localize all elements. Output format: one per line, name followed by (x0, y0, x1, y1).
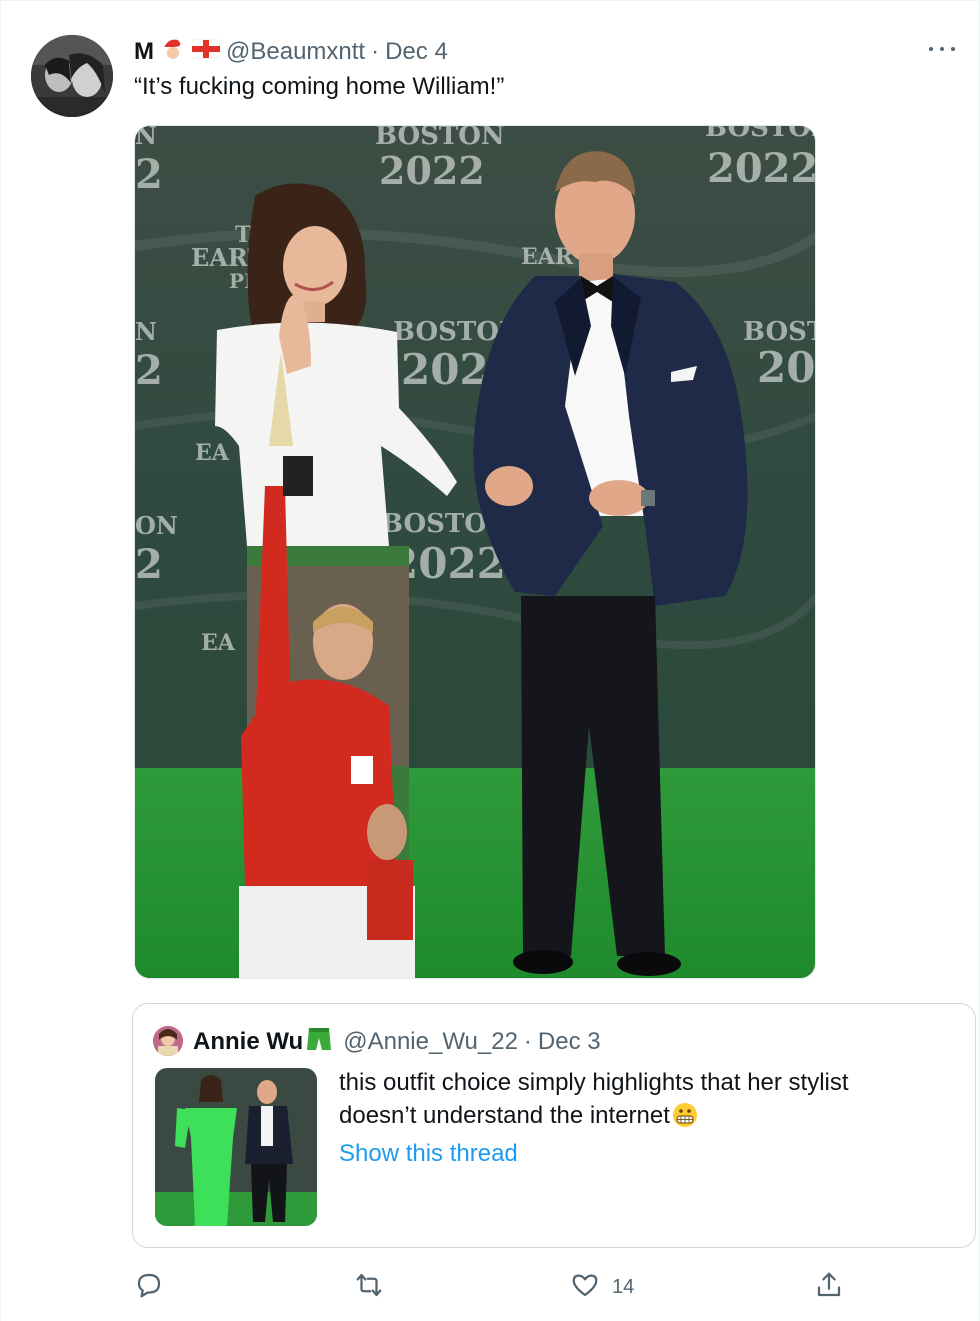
quoted-text-line: this outfit choice simply highlights tha… (339, 1069, 849, 1096)
tweet-action-bar: 14 (134, 1267, 854, 1307)
backdrop-text: 2 (135, 151, 163, 198)
more-options-button[interactable] (925, 37, 959, 61)
tweet-card: M @Beaumxntt · Dec 4 “It’s fucking comin (0, 0, 980, 1321)
share-icon (814, 1270, 844, 1305)
backdrop-text: 2022 (707, 145, 816, 192)
reply-button[interactable] (134, 1267, 164, 1307)
quoted-tweet-text: this outfit choice simply highlights tha… (339, 1066, 959, 1137)
backdrop-text: N (135, 317, 157, 346)
like-count: 14 (612, 1275, 635, 1298)
author-display-name[interactable]: M (134, 38, 154, 66)
backdrop-text: EA (195, 440, 230, 466)
backdrop-text: N (135, 126, 157, 150)
like-button[interactable]: 14 (570, 1267, 634, 1307)
retweet-button[interactable] (354, 1267, 384, 1307)
backdrop-text: 2 (135, 541, 163, 588)
backdrop-text: 2 (135, 347, 163, 394)
quoted-author-avatar[interactable] (153, 1026, 183, 1056)
quoted-author-display-name[interactable]: Annie Wu (193, 1028, 303, 1056)
backdrop-text: ON (135, 511, 178, 540)
quoted-tweet[interactable]: Annie Wu @Annie_Wu_22 · Dec 3 this outfi… (132, 1003, 976, 1248)
author-avatar[interactable] (31, 35, 113, 117)
quoted-header-separator: · (523, 1028, 532, 1055)
tweet-date[interactable]: Dec 4 (385, 38, 448, 66)
tweet-text: “It’s fucking coming home William!” (134, 73, 505, 100)
more-dot-icon (929, 47, 933, 51)
grimacing-face-emoji-icon (672, 1102, 698, 1137)
green-dress-emoji-icon (305, 1026, 333, 1059)
quoted-tweet-thumbnail[interactable] (155, 1068, 317, 1226)
tweet-header: M @Beaumxntt · Dec 4 (134, 37, 448, 67)
backdrop-text: 2022 (757, 343, 816, 392)
england-flag-icon (191, 38, 221, 67)
backdrop-text: BOSTON (705, 126, 816, 143)
share-button[interactable] (814, 1267, 844, 1307)
show-thread-link[interactable]: Show this thread (339, 1140, 518, 1168)
more-dot-icon (951, 47, 955, 51)
quoted-text-line: doesn’t understand the internet (339, 1102, 670, 1129)
tweet-media-photo[interactable]: BOSTON 2022 BOSTON 2022 BOSTON 2022 BOST… (134, 125, 816, 979)
more-dot-icon (940, 47, 944, 51)
backdrop-text: 2022 (379, 148, 485, 193)
quoted-tweet-date[interactable]: Dec 3 (538, 1028, 601, 1056)
backdrop-text: EA (201, 630, 236, 656)
quoted-author-handle[interactable]: @Annie_Wu_22 (343, 1028, 518, 1056)
heart-icon (570, 1270, 600, 1305)
santa-emoji-icon (160, 36, 186, 69)
retweet-icon (354, 1270, 384, 1305)
quoted-tweet-header: Annie Wu @Annie_Wu_22 · Dec 3 (193, 1026, 601, 1058)
author-handle[interactable]: @Beaumxntt (226, 38, 365, 66)
header-separator: · (371, 38, 380, 65)
reply-icon (134, 1270, 164, 1305)
